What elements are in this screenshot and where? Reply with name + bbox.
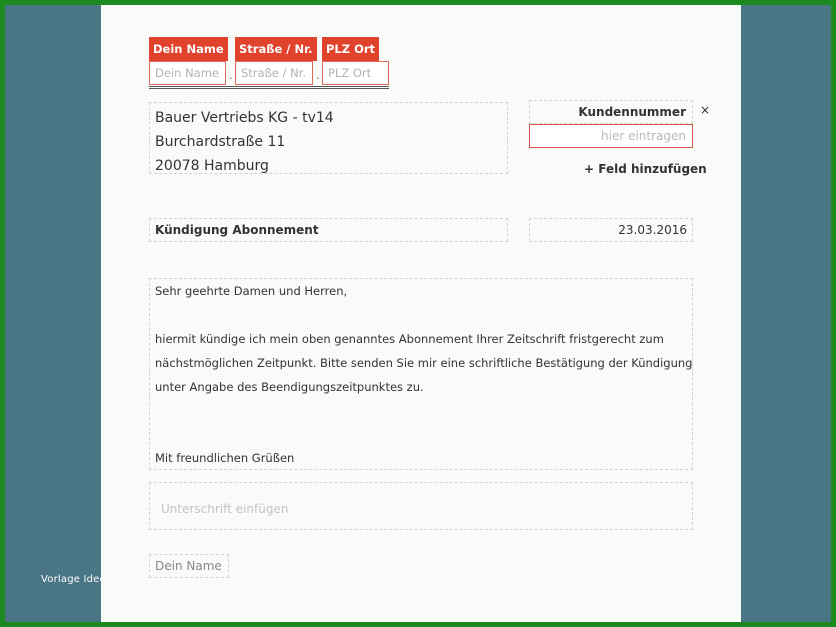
watermark-text: Vorlage Idee (41, 574, 106, 585)
recipient-line-city: 20078 Hamburg (155, 158, 269, 174)
recipient-line-company: Bauer Vertriebs KG - tv14 (155, 110, 334, 126)
letter-page: Dein Name Straße / Nr. PLZ Ort Dein Name… (101, 5, 741, 622)
add-field-button[interactable]: + Feld hinzufügen (584, 162, 707, 176)
letter-body-line: hiermit kündige ich mein oben genanntes … (155, 332, 664, 346)
signer-name-field[interactable]: Dein Name (149, 554, 229, 578)
sender-city-input[interactable]: PLZ Ort (322, 61, 389, 85)
close-icon[interactable]: × (700, 103, 710, 117)
sender-street-tag: Straße / Nr. (235, 37, 317, 61)
signature-field[interactable]: Unterschrift einfügen (149, 482, 693, 530)
recipient-line-street: Burchardstraße 11 (155, 134, 286, 150)
sender-separator: · (316, 72, 320, 85)
letter-greeting: Sehr geehrte Damen und Herren, (155, 284, 348, 298)
subject-field[interactable]: Kündigung Abonnement (149, 218, 508, 242)
customer-number-input[interactable]: hier eintragen (529, 124, 693, 148)
letter-body-line: unter Angabe des Beendigungszeitpunktes … (155, 380, 424, 394)
letter-body[interactable]: Sehr geehrte Damen und Herren, hiermit k… (149, 278, 693, 470)
sender-name-tag: Dein Name (149, 37, 228, 61)
date-field[interactable]: 23.03.2016 (529, 218, 693, 242)
customer-number-label[interactable]: Kundennummer (529, 100, 693, 124)
sender-city-tag: PLZ Ort (322, 37, 380, 61)
letter-body-line: nächstmöglichen Zeitpunkt. Bitte senden … (155, 356, 693, 370)
sender-separator: · (229, 72, 233, 85)
sender-underline (149, 86, 389, 89)
recipient-address[interactable]: Bauer Vertriebs KG - tv14 Burchardstraße… (149, 102, 508, 174)
letter-closing: Mit freundlichen Grüßen (155, 451, 295, 465)
sender-street-input[interactable]: Straße / Nr. (235, 61, 313, 85)
sender-name-input[interactable]: Dein Name (149, 61, 226, 85)
